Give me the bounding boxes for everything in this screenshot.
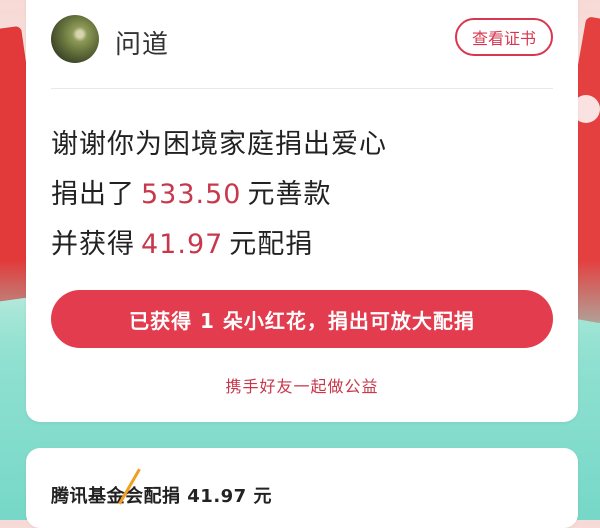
donated-suffix: 元善款 xyxy=(247,179,332,210)
donated-amount: 533.50 xyxy=(141,179,242,210)
donated-prefix: 捐出了 xyxy=(51,179,135,210)
card-header: 问道 查看证书 xyxy=(51,10,553,70)
matched-line: 并获得 41.97 元配捐 xyxy=(51,222,313,261)
avatar[interactable] xyxy=(51,15,99,63)
user-name: 问道 xyxy=(115,30,170,60)
thanks-text: 谢谢你为困境家庭捐出爱心 xyxy=(51,129,387,160)
divider xyxy=(51,88,553,89)
matched-prefix: 并获得 xyxy=(51,229,135,260)
match-card: 腾讯基金会配捐 41.97 元 xyxy=(26,448,578,528)
view-certificate-button[interactable]: 查看证书 xyxy=(455,18,553,56)
matched-suffix: 元配捐 xyxy=(229,229,314,260)
donation-card: 问道 查看证书 谢谢你为困境家庭捐出爱心 捐出了 533.50 元善款 并获得 41.… xyxy=(26,0,578,422)
invite-friends-link[interactable]: 携手好友一起做公益 xyxy=(26,373,578,397)
red-flower-donate-button[interactable]: 已获得 1 朵小红花，捐出可放大配捐 xyxy=(51,290,553,348)
matched-amount: 41.97 xyxy=(141,229,224,260)
donated-line: 捐出了 533.50 元善款 xyxy=(51,172,331,211)
